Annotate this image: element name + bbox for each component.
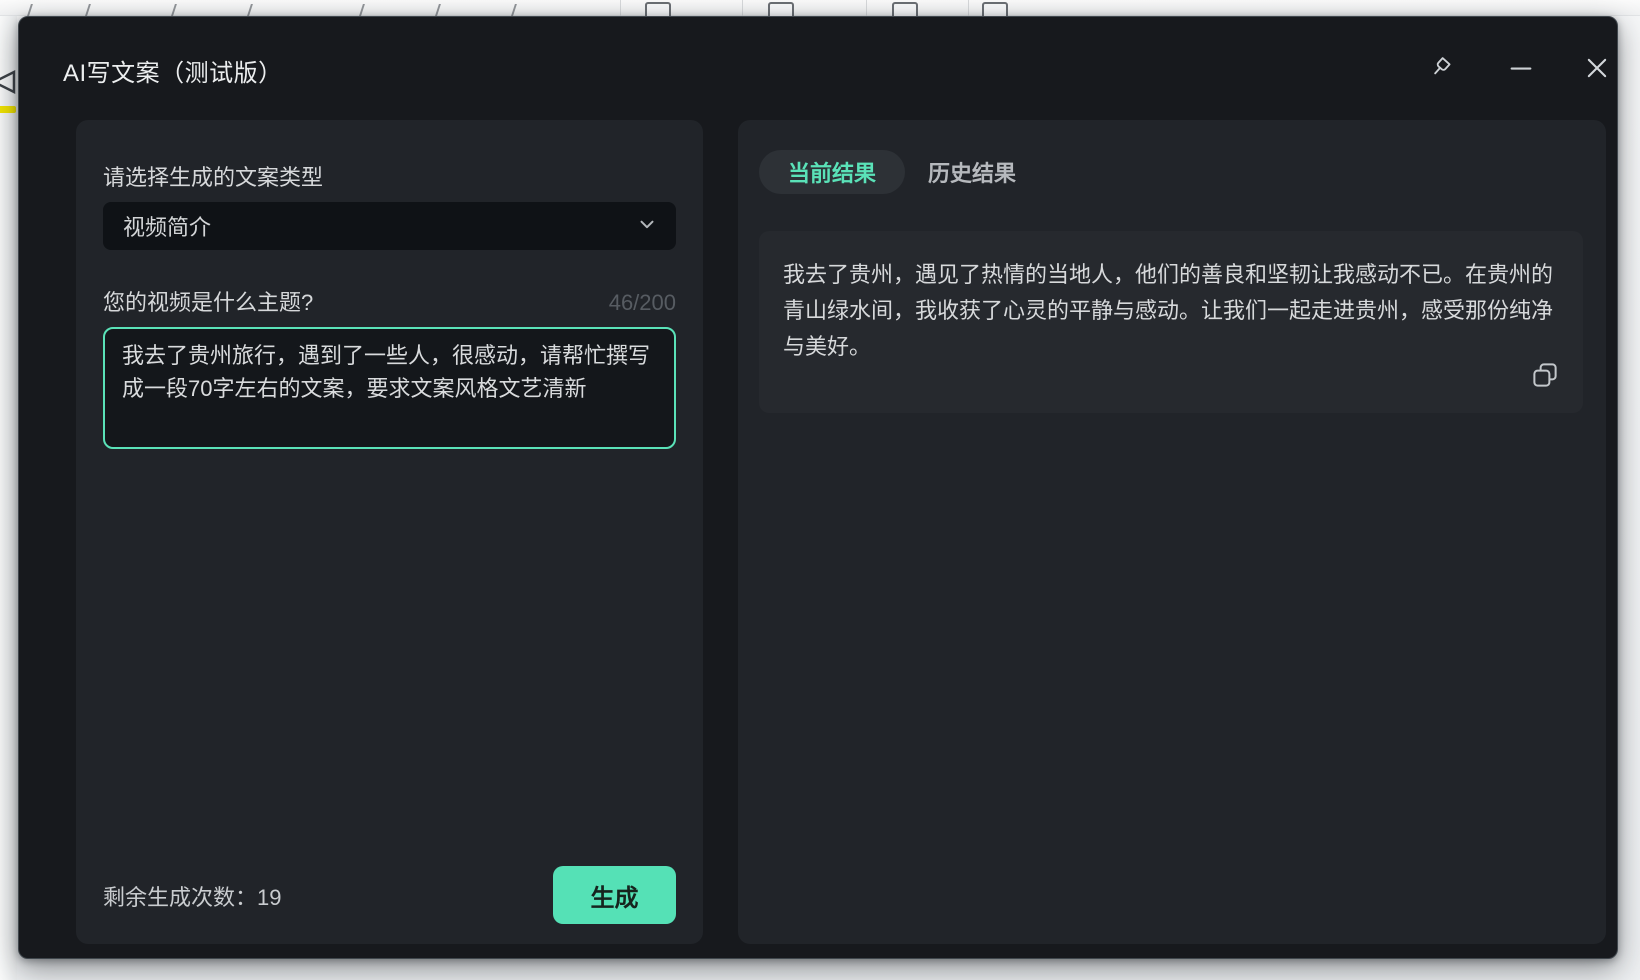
background-toolbar-separator xyxy=(620,0,621,16)
result-text: 我去了贵州，遇见了热情的当地人，他们的善良和坚韧让我感动不已。在贵州的青山绿水间… xyxy=(783,257,1559,365)
generate-row: 剩余生成次数：19 生成 xyxy=(103,866,676,926)
char-counter: 46/200 xyxy=(609,290,676,316)
screen: AI写文案（测试版） xyxy=(0,0,1640,980)
background-toolbar xyxy=(0,0,1640,16)
dialog-titlebar: AI写文案（测试版） xyxy=(19,17,1617,104)
topic-label: 您的视频是什么主题? xyxy=(103,285,313,317)
results-panel: 当前结果 历史结果 我去了贵州，遇见了热情的当地人，他们的善良和坚韧让我感动不已… xyxy=(738,120,1606,944)
tab-history-result[interactable]: 历史结果 xyxy=(928,156,1016,188)
copy-type-selected-value: 视频简介 xyxy=(123,210,636,242)
results-tabs: 当前结果 历史结果 xyxy=(759,150,1016,194)
ai-copywriting-dialog: AI写文案（测试版） xyxy=(18,16,1618,959)
generate-button[interactable]: 生成 xyxy=(553,866,676,924)
remaining-count-label: 剩余生成次数：19 xyxy=(103,880,281,912)
result-card: 我去了贵州，遇见了热情的当地人，他们的善良和坚韧让我感动不已。在贵州的青山绿水间… xyxy=(759,231,1583,413)
close-icon[interactable] xyxy=(1582,53,1612,83)
input-panel: 请选择生成的文案类型 视频简介 您的视频是什么主题? 46/200 我去了贵州旅… xyxy=(76,120,703,944)
copy-icon[interactable] xyxy=(1529,359,1561,391)
background-toolbar-separator xyxy=(742,0,743,16)
tab-current-result[interactable]: 当前结果 xyxy=(759,150,905,194)
background-pen-tool-icon xyxy=(0,64,16,124)
background-toolbar-separator xyxy=(968,0,969,16)
pin-icon[interactable] xyxy=(1426,53,1456,83)
minimize-icon[interactable] xyxy=(1506,53,1536,83)
copy-type-label: 请选择生成的文案类型 xyxy=(103,160,323,192)
topic-input[interactable]: 我去了贵州旅行，遇到了一些人，很感动，请帮忙撰写成一段70字左右的文案，要求文案… xyxy=(103,327,676,449)
copy-type-select[interactable]: 视频简介 xyxy=(103,202,676,250)
background-side-toolbar xyxy=(0,16,17,980)
chevron-down-icon xyxy=(636,213,658,240)
background-toolbar-separator xyxy=(866,0,867,16)
topic-label-row: 您的视频是什么主题? 46/200 xyxy=(103,285,676,317)
dialog-title: AI写文案（测试版） xyxy=(63,53,283,88)
